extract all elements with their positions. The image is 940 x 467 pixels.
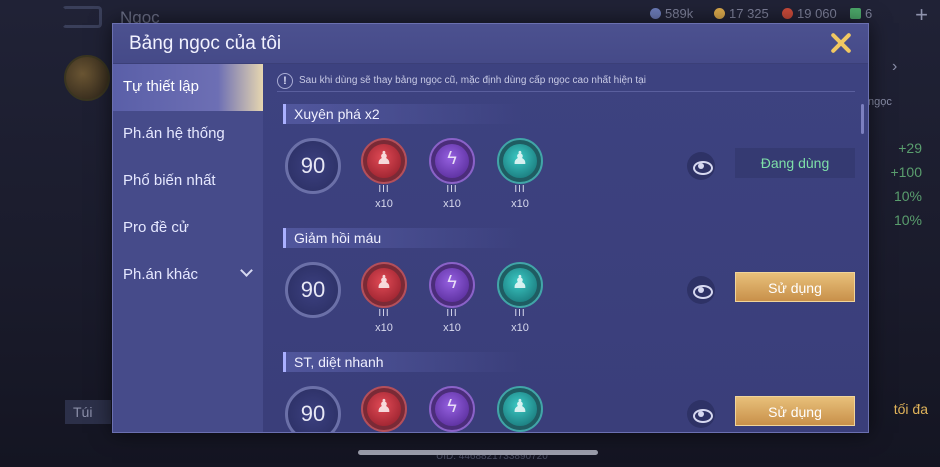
sidebar-item-custom[interactable]: Tự thiết lập (113, 64, 263, 111)
use-button[interactable]: Sử dụng (735, 396, 855, 426)
stat-value: +100 (890, 164, 922, 180)
resource-diamond: 589k (650, 6, 693, 21)
add-icon[interactable]: + (915, 2, 928, 28)
use-button[interactable]: Sử dụng (735, 272, 855, 302)
close-icon[interactable] (828, 30, 854, 56)
info-icon: ! (277, 72, 293, 89)
gem-set-name: Xuyên phá x2 (283, 104, 523, 124)
resource-card: 6 (850, 6, 872, 21)
home-indicator[interactable] (358, 450, 598, 455)
red-gem-icon[interactable]: ♟ (361, 386, 407, 432)
gem-tier: III (378, 308, 390, 319)
modal-title: Bảng ngọc của tôi (129, 33, 282, 54)
gem-tier: III (514, 184, 526, 195)
notice-text: Sau khi dùng sẽ thay bảng ngọc cũ, mặc đ… (299, 75, 646, 86)
back-logo-icon[interactable] (62, 6, 102, 28)
sidebar: Tự thiết lập Ph.án hệ thống Phổ biến nhấ… (113, 64, 263, 432)
stat-value: +29 (898, 140, 922, 156)
teal-gem-icon[interactable]: ♟ (497, 386, 543, 432)
gem-set-name: ST, diệt nhanh (283, 352, 523, 372)
purple-gem-icon[interactable]: ϟ (429, 386, 475, 432)
avatar[interactable] (64, 55, 110, 101)
card-icon (850, 8, 861, 19)
teal-gem-icon[interactable]: ♟ (497, 262, 543, 308)
notice-bar: ! Sau khi dùng sẽ thay bảng ngọc cũ, mặc… (277, 70, 855, 92)
eye-icon[interactable] (687, 400, 715, 428)
red-gem-icon[interactable]: ♟ (361, 138, 407, 184)
gem-set: ST, diệt nhanh 90 ♟ ϟ ♟ Sử dụng (263, 352, 868, 432)
resource-ruby: 19 060 (782, 6, 837, 21)
level-badge: 90 (285, 262, 341, 318)
resource-gold: 17 325 (714, 6, 769, 21)
max-label: tối đa (893, 401, 928, 417)
gem-count: x10 (375, 198, 393, 210)
eye-icon[interactable] (687, 152, 715, 180)
sidebar-item-system[interactable]: Ph.án hệ thống (113, 111, 263, 158)
teal-gem-icon[interactable]: ♟ (497, 138, 543, 184)
gem-set-name: Giảm hồi máu (283, 228, 523, 248)
stat-value: 10% (893, 188, 922, 204)
gem-count: x10 (375, 322, 393, 334)
eye-icon[interactable] (687, 276, 715, 304)
modal-header: Bảng ngọc của tôi (113, 24, 868, 64)
chevron-right-icon[interactable]: › (892, 58, 897, 76)
gem-set-list[interactable]: ! Sau khi dùng sẽ thay bảng ngọc cũ, mặc… (263, 64, 868, 432)
gem-tier: III (514, 308, 526, 319)
gem-count: x10 (443, 322, 461, 334)
gem-count: x10 (511, 198, 529, 210)
level-badge: 90 (285, 386, 341, 432)
diamond-icon (650, 8, 661, 19)
gem-tier: III (446, 184, 458, 195)
gem-count: x10 (511, 322, 529, 334)
gem-tier: III (378, 184, 390, 195)
in-use-button[interactable]: Đang dùng (735, 148, 855, 178)
red-gem-icon[interactable]: ♟ (361, 262, 407, 308)
sidebar-item-popular[interactable]: Phổ biến nhất (113, 158, 263, 205)
gold-coin-icon (714, 8, 725, 19)
gem-set: Xuyên phá x2 90 ♟ III x10 ϟ III x10 ♟ II… (263, 104, 868, 226)
stat-value: 10% (893, 212, 922, 228)
bag-button[interactable]: Túi (65, 400, 111, 424)
sidebar-item-other[interactable]: Ph.án khác (113, 252, 263, 299)
ruby-icon (782, 8, 793, 19)
my-gem-board-modal: Bảng ngọc của tôi Tự thiết lập Ph.án hệ … (112, 23, 869, 433)
side-label: ngọc (868, 96, 892, 108)
gem-count: x10 (443, 198, 461, 210)
gem-tier: III (446, 308, 458, 319)
purple-gem-icon[interactable]: ϟ (429, 138, 475, 184)
purple-gem-icon[interactable]: ϟ (429, 262, 475, 308)
gem-set: Giảm hồi máu 90 ♟ III x10 ϟ III x10 ♟ II… (263, 228, 868, 350)
chevron-down-icon (240, 264, 253, 277)
sidebar-item-pro[interactable]: Pro đề cử (113, 205, 263, 252)
level-badge: 90 (285, 138, 341, 194)
